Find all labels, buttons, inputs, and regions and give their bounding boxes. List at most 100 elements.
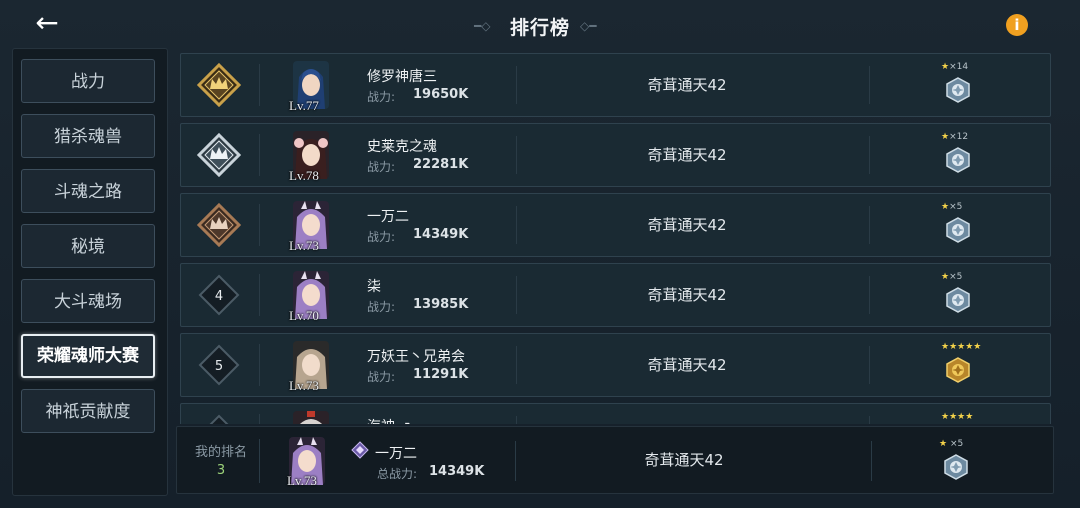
sidebar-item-hunt-beasts[interactable]: 猎杀魂兽 [21, 114, 155, 158]
power-label: 战力: [367, 370, 396, 384]
reward-cell: ★×5 [941, 202, 981, 250]
my-reward-cell: ★ ×5 [939, 439, 979, 487]
rank-number: 5 [215, 359, 223, 374]
divider [869, 66, 870, 104]
rank-cell: 4 [181, 264, 261, 326]
silver-medal-icon [946, 77, 970, 103]
avatar[interactable] [287, 409, 335, 424]
player-name: 柒 [367, 279, 381, 295]
back-arrow-icon[interactable]: ← [32, 8, 62, 38]
player-name: 一万二 [367, 209, 409, 225]
power-value: 14349K [413, 227, 469, 242]
my-player-name: 一万二 [375, 446, 417, 462]
divider [869, 346, 870, 384]
ranking-row[interactable]: 5 Lv.73 万妖王丶兄弟会 战力: 11291K 奇茸通天42 ★★★★★ [180, 333, 1051, 397]
player-name: 海神 ↗ [367, 416, 411, 424]
title-left-ornament-icon: ━◇ [473, 19, 491, 33]
rank-number: 4 [215, 289, 223, 304]
divider [259, 64, 260, 106]
rank-diamond-icon: 5 [198, 344, 240, 386]
ranking-row[interactable]: Lv.78 史莱克之魂 战力: 22281K 奇茸通天42 ★×12 [180, 123, 1051, 187]
star-multiplier: ×5 [949, 272, 963, 282]
level-label: Lv.78 [289, 168, 319, 183]
reward-cell: ★★★★ [941, 412, 981, 424]
sidebar-item-god-contribution[interactable]: 神祇贡献度 [21, 389, 155, 433]
guild-name: 奇茸通天42 [647, 286, 727, 304]
level-label: Lv.70 [289, 308, 319, 323]
info-icon[interactable]: i [1006, 14, 1028, 36]
silver-medal-icon [946, 287, 970, 313]
star-icon: ★ [941, 62, 950, 72]
sidebar-item-soul-road[interactable]: 斗魂之路 [21, 169, 155, 213]
star-icon: ★ [941, 272, 950, 282]
rank-diamond-icon: 4 [198, 274, 240, 316]
level-label: Lv.73 [289, 378, 319, 393]
player-name: 修罗神唐三 [367, 69, 437, 85]
my-rank-bar: 我的排名 3 Lv.73 一万二 总战力: 14349K 奇茸通天42 ★ ×5 [176, 426, 1054, 494]
star-rating: ★×5 [941, 272, 991, 282]
ranking-list[interactable]: Lv.77 修罗神唐三 战力: 19650K 奇茸通天42 ★×14 Lv.78… [176, 48, 1056, 424]
star-icon: ★ [941, 202, 950, 212]
power-label: 战力: [367, 90, 396, 104]
star-multiplier: ×12 [949, 132, 969, 142]
silver-medal-icon [946, 217, 970, 243]
power-label: 战力: [367, 300, 396, 314]
divider [869, 416, 870, 424]
ranking-row[interactable]: Lv.77 修罗神唐三 战力: 19650K 奇茸通天42 ★×14 [180, 53, 1051, 117]
sidebar-item-grand-arena[interactable]: 大斗魂场 [21, 279, 155, 323]
ranking-row[interactable]: 海神 ↗ ★★★★ [180, 403, 1051, 424]
ranking-row[interactable]: Lv.73 一万二 战力: 14349K 奇茸通天42 ★×5 [180, 193, 1051, 257]
star-multiplier: ×14 [949, 62, 969, 72]
my-guild-name: 奇茸通天42 [644, 451, 724, 469]
star-rating: ★★★★★ [941, 342, 991, 352]
reward-cell: ★★★★★ [941, 342, 981, 390]
sidebar-item-glory-tournament[interactable]: 荣耀魂师大赛 [21, 334, 155, 378]
rank-cell [181, 404, 261, 424]
sidebar-item-power[interactable]: 战力 [21, 59, 155, 103]
power-value: 13985K [413, 297, 469, 312]
reward-cell: ★×5 [941, 272, 981, 320]
rank-cell [181, 194, 261, 256]
silver-medal-icon [944, 454, 968, 480]
guild-name: 奇茸通天42 [647, 356, 727, 374]
silver-medal-icon [946, 147, 970, 173]
power-label: 战力: [367, 160, 396, 174]
player-name: 史莱克之魂 [367, 139, 437, 155]
power-label: 战力: [367, 230, 396, 244]
guild-name: 奇茸通天42 [647, 76, 727, 94]
rank-diamond-icon [209, 414, 229, 424]
divider [259, 134, 260, 176]
page-title: 排行榜 [509, 16, 570, 39]
divider [869, 276, 870, 314]
power-value: 22281K [413, 157, 469, 172]
title-right-ornament-icon: ◇━ [580, 19, 597, 33]
star-icon: ★ [941, 132, 950, 142]
star-rating: ★ ×5 [939, 439, 989, 449]
my-rank-value: 3 [216, 463, 226, 478]
silver-crown-rank-icon [197, 133, 241, 177]
rank-cell [181, 124, 261, 186]
rank-cell: 5 [181, 334, 261, 396]
reward-cell: ★×12 [941, 132, 981, 180]
star-multiplier: ×5 [949, 439, 964, 449]
guild-name: 奇茸通天42 [647, 216, 727, 234]
top-bar: ← ━◇ 排行榜 ◇━ i [0, 0, 1080, 50]
star-icon: ★★★★★ [941, 342, 982, 352]
star-rating: ★×12 [941, 132, 991, 142]
star-multiplier: ×5 [949, 202, 963, 212]
sidebar-item-secret-realm[interactable]: 秘境 [21, 224, 155, 268]
star-icon: ★★★★ [941, 412, 974, 422]
divider [259, 439, 260, 483]
my-level-label: Lv.73 [287, 473, 317, 488]
divider [259, 414, 260, 424]
player-name: 万妖王丶兄弟会 [367, 349, 465, 365]
divider [869, 136, 870, 174]
gold-medal-icon [946, 357, 970, 383]
ranking-row[interactable]: 4 Lv.70 柒 战力: 13985K 奇茸通天42 ★×5 [180, 263, 1051, 327]
divider [259, 274, 260, 316]
divider [871, 441, 872, 481]
power-value: 19650K [413, 87, 469, 102]
my-power-value: 14349K [429, 464, 485, 479]
divider [259, 344, 260, 386]
divider [259, 204, 260, 246]
